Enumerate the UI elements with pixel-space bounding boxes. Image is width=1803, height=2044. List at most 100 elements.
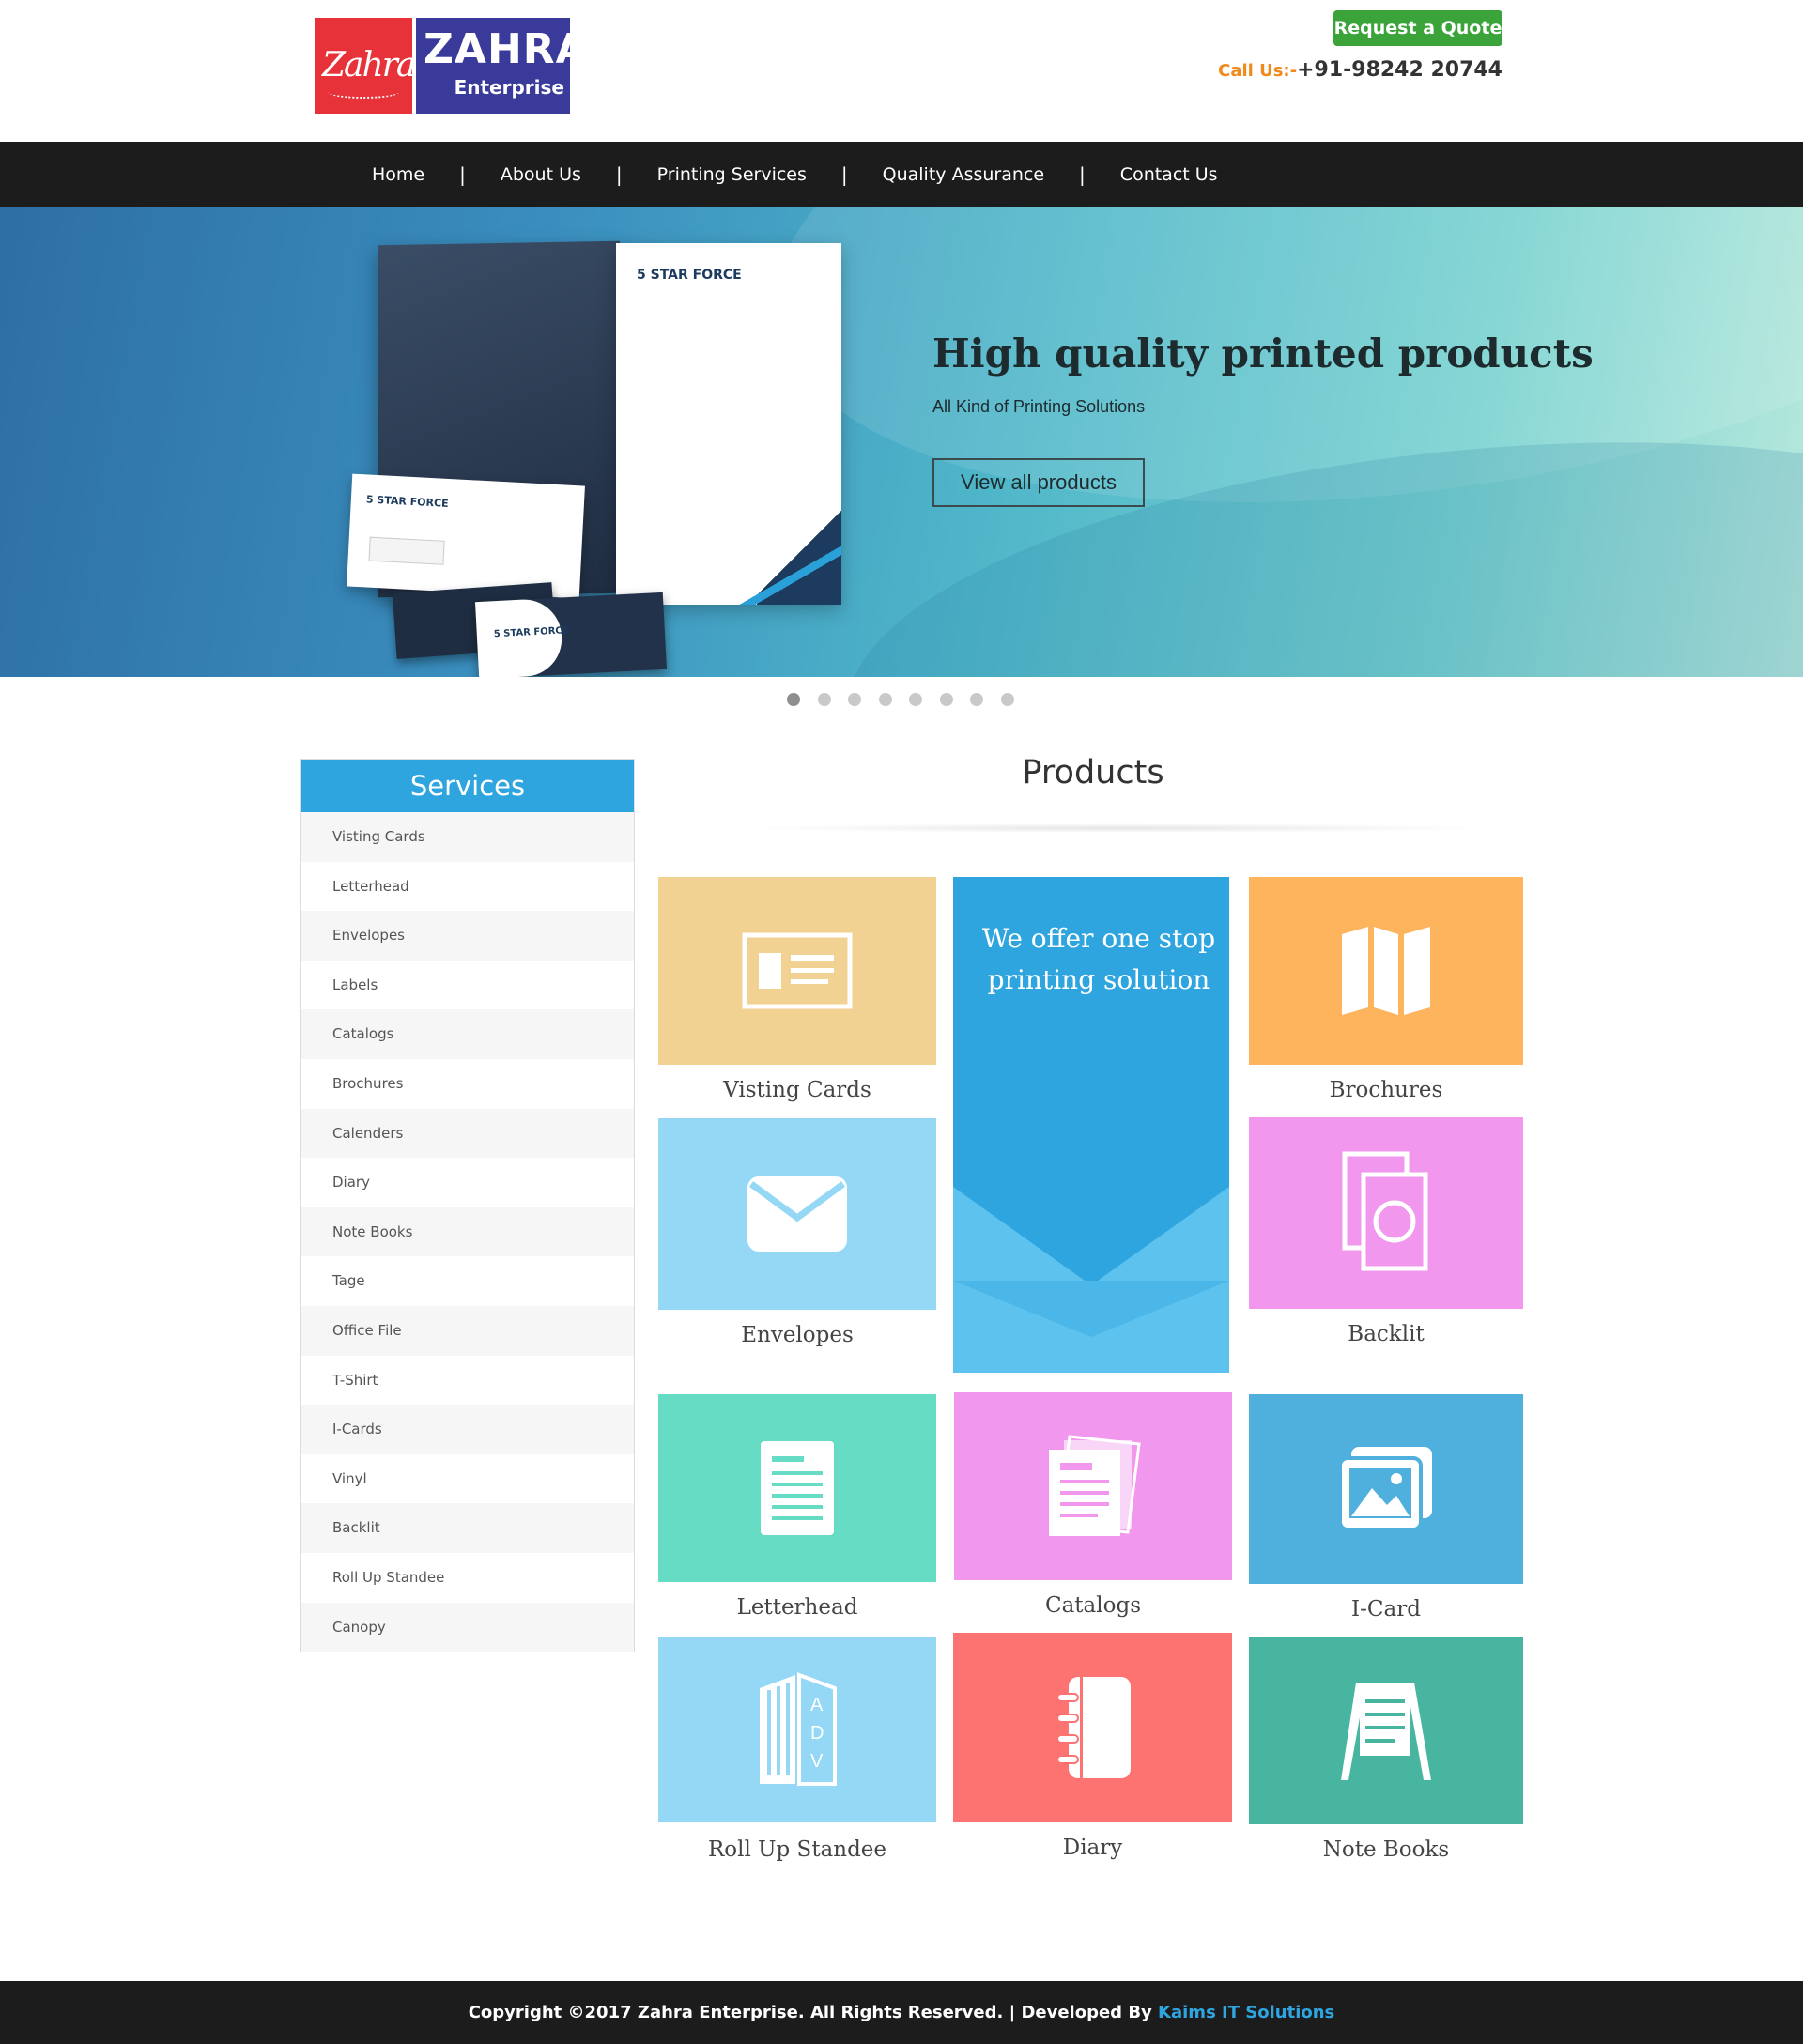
easel-board-icon bbox=[1341, 1683, 1431, 1780]
nav-contact-us[interactable]: Contact Us bbox=[1120, 164, 1218, 185]
tile-label: Diary bbox=[1062, 1836, 1123, 1860]
product-tile-roll-up-standee[interactable]: A D V Roll Up Standee bbox=[658, 1637, 936, 1862]
service-item[interactable]: Roll Up Standee bbox=[301, 1553, 634, 1603]
tile-box: A D V bbox=[658, 1637, 936, 1822]
product-tile-i-card[interactable]: I-Card bbox=[1249, 1394, 1523, 1621]
mockup-letterhead: 5 STAR FORCE bbox=[616, 243, 841, 605]
slider-dot[interactable] bbox=[1000, 693, 1014, 706]
services-heading: Services bbox=[301, 760, 634, 812]
backlit-frame-icon bbox=[1342, 1151, 1428, 1271]
tile-box bbox=[658, 877, 936, 1065]
service-item[interactable]: Diary bbox=[301, 1158, 634, 1207]
mockup-brand: 5 STAR FORCE bbox=[365, 493, 449, 510]
svg-text:D: D bbox=[810, 1723, 824, 1744]
tile-box bbox=[1249, 1637, 1523, 1824]
service-item[interactable]: Labels bbox=[301, 961, 634, 1010]
tile-label: Catalogs bbox=[1045, 1593, 1141, 1618]
tile-box bbox=[953, 1633, 1232, 1822]
product-tile-backlit[interactable]: Backlit bbox=[1249, 1117, 1523, 1346]
image-gallery-icon bbox=[1338, 1447, 1432, 1531]
site-footer: Copyright ©2017 Zahra Enterprise. All Ri… bbox=[0, 1981, 1803, 2044]
product-tile-visting-cards[interactable]: Visting Cards bbox=[658, 877, 936, 1102]
slider-dot[interactable] bbox=[817, 693, 831, 706]
svg-text:V: V bbox=[810, 1751, 824, 1772]
slider-dot[interactable] bbox=[878, 693, 892, 706]
service-item[interactable]: Office File bbox=[301, 1305, 634, 1356]
catalog-pages-icon bbox=[1049, 1435, 1141, 1536]
offer-panel: We offer one stop printing solution bbox=[953, 877, 1229, 1373]
envelope-icon bbox=[747, 1176, 847, 1252]
service-item[interactable]: Vinyl bbox=[301, 1454, 634, 1504]
site-header: Zahra ZAHRA Enterprise Request a Quote C… bbox=[0, 0, 1803, 141]
tile-label: Note Books bbox=[1322, 1837, 1450, 1862]
tile-label: Backlit bbox=[1348, 1322, 1425, 1346]
products-heading: Products bbox=[1022, 754, 1164, 791]
service-item[interactable]: Tage bbox=[301, 1256, 634, 1306]
tile-label: Visting Cards bbox=[723, 1078, 871, 1102]
services-sidebar: Services Visting Cards Letterhead Envelo… bbox=[300, 759, 635, 1652]
slider-dot[interactable] bbox=[909, 693, 922, 706]
mockup-business-card: 5 STAR FORCE bbox=[474, 592, 668, 677]
folded-map-icon bbox=[1342, 927, 1430, 1015]
product-tile-envelopes[interactable]: Envelopes bbox=[658, 1118, 936, 1347]
product-tile-note-books[interactable]: Note Books bbox=[1249, 1637, 1523, 1862]
mockup-brand: 5 STAR FORCE bbox=[637, 268, 742, 283]
spiral-diary-icon bbox=[1056, 1677, 1131, 1778]
request-quote-button[interactable]: Request a Quote bbox=[1333, 10, 1502, 46]
logo-sub-text: Enterprise bbox=[454, 76, 564, 99]
document-icon bbox=[761, 1441, 834, 1535]
phone-number[interactable]: +91-98242 20744 bbox=[1297, 58, 1502, 82]
tile-label: Envelopes bbox=[741, 1323, 854, 1347]
product-tile-diary[interactable]: Diary bbox=[953, 1633, 1232, 1860]
hero-title: High quality printed products bbox=[932, 330, 1594, 377]
tile-label: Letterhead bbox=[736, 1595, 858, 1620]
product-tile-letterhead[interactable]: Letterhead bbox=[658, 1394, 936, 1620]
service-item[interactable]: Note Books bbox=[301, 1206, 634, 1257]
tile-box bbox=[954, 1392, 1232, 1580]
slider-dots bbox=[787, 693, 1031, 706]
slider-dot[interactable] bbox=[787, 693, 800, 706]
tile-label: Roll Up Standee bbox=[707, 1837, 887, 1862]
offer-text: We offer one stop printing solution bbox=[981, 923, 1216, 995]
nav-printing-services[interactable]: Printing Services bbox=[657, 164, 807, 185]
service-item[interactable]: Letterhead bbox=[301, 862, 634, 912]
product-tile-brochures[interactable]: Brochures bbox=[1249, 877, 1523, 1102]
service-item[interactable]: Brochures bbox=[301, 1059, 634, 1109]
slider-dot[interactable] bbox=[848, 693, 861, 706]
product-tile-catalogs[interactable]: Catalogs bbox=[954, 1392, 1232, 1618]
view-all-products-button[interactable]: View all products bbox=[932, 458, 1145, 507]
service-item[interactable]: T-Shirt bbox=[301, 1356, 634, 1406]
main-nav: Home | About Us | Printing Services | Qu… bbox=[0, 142, 1803, 207]
call-label: Call Us:- bbox=[1218, 61, 1298, 81]
nav-about-us[interactable]: About Us bbox=[501, 164, 581, 185]
service-item[interactable]: Visting Cards bbox=[301, 812, 634, 862]
nav-home[interactable]: Home bbox=[372, 164, 424, 185]
service-item[interactable]: Calenders bbox=[301, 1108, 634, 1159]
tile-box bbox=[1249, 877, 1523, 1065]
logo-main-text: ZAHRA bbox=[424, 25, 589, 73]
envelope-window bbox=[368, 536, 445, 565]
slider-dot[interactable] bbox=[939, 693, 953, 706]
logo-emblem: Zahra bbox=[315, 18, 412, 114]
service-item[interactable]: Backlit bbox=[301, 1503, 634, 1553]
logo-wordmark: ZAHRA Enterprise bbox=[416, 18, 588, 114]
offer-decoration bbox=[953, 1281, 1229, 1337]
tile-box bbox=[1249, 1394, 1523, 1584]
tile-box bbox=[658, 1394, 936, 1582]
hero-subtitle: All Kind of Printing Solutions bbox=[932, 397, 1146, 416]
rollup-standee-icon: A D V bbox=[760, 1672, 837, 1786]
service-item[interactable]: Canopy bbox=[301, 1602, 634, 1652]
developer-link[interactable]: Kaims IT Solutions bbox=[1158, 2003, 1334, 2022]
mockup-envelope: 5 STAR FORCE bbox=[347, 473, 585, 599]
tile-box bbox=[1249, 1117, 1523, 1309]
tile-box bbox=[658, 1118, 936, 1310]
logo-dotted-arc bbox=[328, 85, 399, 99]
hero-slider: 5 STAR FORCE 5 STAR FORCE 5 STAR FORCE H… bbox=[0, 207, 1803, 677]
zahra-logo[interactable]: Zahra ZAHRA Enterprise bbox=[315, 18, 588, 114]
slider-dot[interactable] bbox=[970, 693, 983, 706]
nav-quality-assurance[interactable]: Quality Assurance bbox=[883, 164, 1044, 185]
service-item[interactable]: I-Cards bbox=[301, 1405, 634, 1454]
nav-separator: | bbox=[615, 163, 623, 186]
service-item[interactable]: Envelopes bbox=[301, 911, 634, 961]
service-item[interactable]: Catalogs bbox=[301, 1009, 634, 1059]
